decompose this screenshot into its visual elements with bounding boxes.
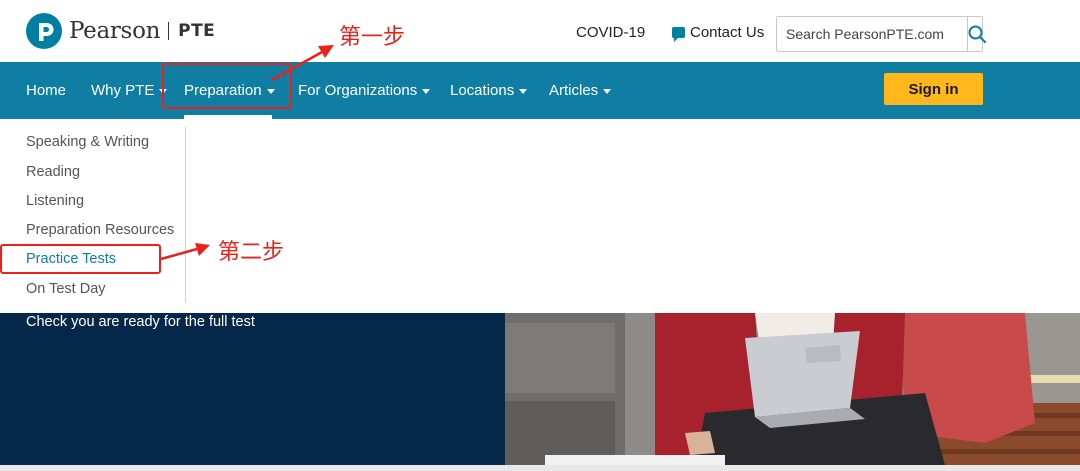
contact-us-link[interactable]: Contact Us	[672, 24, 765, 42]
annotation-box-step2	[0, 244, 161, 274]
nav-label: Articles	[549, 82, 599, 99]
caret-down-icon	[519, 88, 528, 94]
nav-label: Home	[26, 82, 67, 99]
nav-label: Why PTE	[91, 82, 155, 99]
contact-us-label: Contact Us	[690, 24, 765, 41]
dropdown-item-preparation-resources[interactable]: Preparation Resources	[26, 222, 174, 238]
pearson-p-icon	[26, 13, 62, 49]
search-button[interactable]	[967, 17, 986, 51]
nav-why-pte[interactable]: Why PTE	[91, 62, 168, 119]
page-bottom-strip	[0, 465, 1080, 471]
nav-home[interactable]: Home	[26, 62, 66, 119]
logo-text: Pearson	[69, 18, 161, 44]
annotation-step2-label: 第二步	[218, 240, 285, 265]
pearson-logo[interactable]: Pearson PTE	[26, 13, 215, 49]
dropdown-item-listening[interactable]: Listening	[26, 193, 84, 209]
sign-in-button[interactable]: Sign in	[884, 73, 983, 105]
hero-panel	[0, 313, 505, 465]
search-icon	[968, 25, 986, 43]
caret-down-icon	[422, 88, 431, 94]
hero-text: Check you are ready for the full test	[26, 314, 255, 330]
preparation-dropdown	[0, 119, 1080, 313]
top-header: Pearson PTE COVID-19 Contact Us	[0, 0, 1080, 62]
covid-link[interactable]: COVID-19	[576, 24, 645, 41]
logo-product: PTE	[178, 21, 216, 41]
nav-label: Locations	[450, 82, 515, 99]
dropdown-item-reading[interactable]: Reading	[26, 164, 80, 180]
caret-down-icon	[603, 88, 612, 94]
nav-locations[interactable]: Locations	[450, 62, 528, 119]
annotation-step1-label: 第一步	[339, 25, 406, 50]
chat-bubble-icon	[672, 27, 685, 42]
nav-articles[interactable]: Articles	[549, 62, 612, 119]
annotation-box-step1	[162, 63, 292, 109]
dropdown-item-on-test-day[interactable]: On Test Day	[26, 281, 106, 297]
search-box	[776, 16, 986, 52]
dropdown-item-speaking-writing[interactable]: Speaking & Writing	[26, 134, 149, 150]
search-input[interactable]	[777, 17, 967, 51]
hero-photo	[505, 313, 1080, 465]
nav-for-organizations[interactable]: For Organizations	[298, 62, 431, 119]
logo-divider	[168, 22, 170, 40]
dropdown-divider	[185, 127, 186, 303]
nav-label: For Organizations	[298, 82, 418, 99]
